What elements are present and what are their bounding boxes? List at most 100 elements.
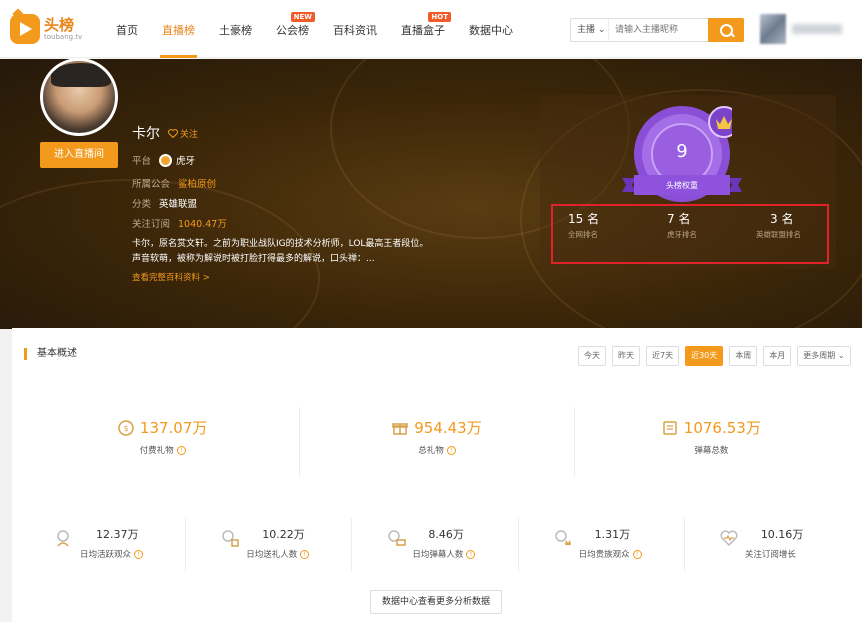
weight-ribbon-label: 头榜权重: [666, 181, 698, 190]
viewer-icon: [57, 530, 69, 547]
guild-value[interactable]: 鲨柏原创: [178, 176, 216, 190]
huya-icon: [159, 153, 173, 167]
logo-text: 头榜 toubang.tv: [44, 17, 82, 42]
enter-live-room-button[interactable]: 进入直播间: [40, 142, 118, 168]
nav-label: 直播盒子: [401, 24, 445, 37]
nav-item-home[interactable]: 首页: [104, 0, 150, 58]
daily-danmaku-senders-label: 日均弹幕人数: [412, 550, 464, 560]
period-this-month[interactable]: 本月: [763, 346, 792, 366]
search-icon[interactable]: [708, 18, 744, 42]
subscriber-growth-stat: 10.16万 关注订阅增长: [685, 518, 850, 572]
nav-label: 百科资讯: [333, 24, 377, 37]
total-gifts-stat: 954.43万 总礼物!: [300, 407, 575, 477]
period-last-7-days[interactable]: 近7天: [646, 346, 680, 366]
platform-label: 平台: [132, 156, 152, 167]
data-center-more-button[interactable]: 数据中心查看更多分析数据: [370, 590, 502, 614]
svg-text:$: $: [123, 424, 128, 433]
guild-row: 所属公会 鲨柏原创: [132, 176, 216, 190]
main-nav: 首页 直播榜 土豪榜 公会榜 NEW 百科资讯 直播盒子 HOT 数据中心: [104, 0, 525, 58]
info-icon[interactable]: !: [446, 445, 456, 455]
logo-title: 头榜: [44, 15, 75, 34]
danmaku-total-label: 弹幕总数: [694, 446, 729, 456]
rank-category: 3 名 英雄联盟排名: [756, 210, 846, 240]
subscriber-growth-value: 10.16万: [760, 528, 804, 541]
nav-label: 公会榜: [276, 24, 309, 37]
period-selector: 今天 昨天 近7天 近30天 本周 本月 更多周期 ⌄: [578, 346, 851, 366]
rank-overall-value: 15 名: [568, 212, 600, 226]
nav-label: 数据中心: [469, 24, 513, 37]
platform-row: 平台 虎牙: [132, 153, 195, 167]
total-gifts-label: 总礼物: [418, 446, 444, 456]
search-bar: 主播 ⌄: [570, 18, 744, 42]
paid-gifts-label: 付费礼物: [139, 446, 174, 456]
period-this-week[interactable]: 本周: [729, 346, 758, 366]
info-icon[interactable]: !: [134, 549, 144, 559]
daily-active-viewers-value: 12.37万: [96, 528, 139, 541]
total-gifts-value: 954.43万: [414, 419, 482, 437]
nav-item-tycoon-ranking[interactable]: 土豪榜: [207, 0, 264, 58]
nav-label: 首页: [116, 24, 138, 37]
period-today[interactable]: 今天: [578, 346, 606, 366]
search-input[interactable]: [609, 19, 707, 41]
follow-button[interactable]: 关注: [168, 127, 198, 140]
nav-item-live-ranking[interactable]: 直播榜: [150, 0, 207, 58]
paid-gifts-value: 137.07万: [139, 419, 208, 437]
subscribers-row: 关注订阅 1040.47万: [132, 216, 227, 230]
paid-gifts-stat: $ 137.07万 付费礼物!: [26, 407, 301, 477]
daily-active-viewers-stat: 12.37万 日均活跃观众!: [20, 518, 187, 572]
period-yesterday[interactable]: 昨天: [612, 346, 640, 366]
user-name-blurred[interactable]: [792, 24, 842, 34]
daily-gift-senders-value: 10.22万: [262, 528, 305, 541]
nav-item-live-box[interactable]: 直播盒子 HOT: [389, 0, 457, 58]
new-badge: NEW: [290, 12, 315, 22]
heart-icon: [168, 128, 178, 138]
daily-danmaku-senders-stat: 8.46万 日均弹幕人数!: [352, 518, 519, 572]
overview-title: 基本概述: [24, 348, 77, 360]
nav-label: 土豪榜: [219, 24, 252, 37]
logo[interactable]: 头榜 toubang.tv: [10, 14, 82, 44]
nav-item-wiki-news[interactable]: 百科资讯: [321, 0, 389, 58]
danmaku-sender-icon: [388, 530, 407, 546]
heart-growth-icon: [720, 530, 738, 547]
rank-platform-label: 虎牙排名: [667, 230, 697, 239]
follow-label: 关注: [180, 129, 199, 140]
streamer-avatar: [40, 58, 118, 136]
weight-score: 9: [676, 141, 688, 162]
full-wiki-link[interactable]: 查看完整百科资料 >: [132, 271, 210, 283]
top-navigation-bar: 头榜 toubang.tv 首页 直播榜 土豪榜 公会榜 NEW 百科资讯 直播盒…: [0, 0, 862, 58]
daily-noble-viewers-label: 日均贵族观众: [578, 550, 630, 560]
danmaku-total-stat: 1076.53万 弹幕总数: [575, 407, 848, 477]
info-icon[interactable]: !: [466, 549, 476, 559]
subscriber-growth-label: 关注订阅增长: [744, 550, 796, 560]
streamer-name-row: 卡尔 关注: [132, 123, 198, 143]
rank-platform: 7 名 虎牙排名: [667, 210, 757, 240]
daily-gift-senders-label: 日均送礼人数: [246, 550, 298, 560]
daily-noble-viewers-stat: 1.31万 日均贵族观众!: [519, 518, 685, 572]
period-more-dropdown[interactable]: 更多周期 ⌄: [797, 346, 851, 366]
small-stats-row: 12.37万 日均活跃观众! 10.22万 日均送礼人数! 8.46万 日均弹幕…: [20, 518, 850, 572]
search-type-label: 主播: [577, 25, 596, 35]
rank-overall-label: 全网排名: [568, 230, 598, 239]
coin-icon: $: [118, 419, 134, 436]
rank-platform-value: 7 名: [667, 212, 691, 226]
danmaku-icon: [663, 420, 677, 435]
info-icon[interactable]: !: [176, 445, 186, 455]
search-type-dropdown[interactable]: 主播 ⌄: [571, 19, 609, 41]
user-avatar[interactable]: [760, 14, 786, 44]
nav-label: 直播榜: [162, 24, 195, 37]
logo-subtitle: toubang.tv: [44, 32, 83, 41]
info-icon[interactable]: !: [300, 549, 310, 559]
category-row: 分类 英雄联盟: [132, 196, 197, 210]
nav-item-guild-ranking[interactable]: 公会榜 NEW: [264, 0, 321, 58]
nav-item-data-center[interactable]: 数据中心: [457, 0, 525, 58]
streamer-description: 卡尔，原名赏文轩。之前为职业战队IG的技术分析师，LOL最高王者段位。声音软萌，…: [132, 239, 429, 264]
hot-badge: HOT: [428, 12, 451, 22]
daily-active-viewers-label: 日均活跃观众: [80, 550, 132, 560]
gift-sender-icon: [222, 530, 239, 547]
noble-viewer-icon: [554, 530, 571, 545]
category-value: 英雄联盟: [159, 199, 198, 210]
category-label: 分类: [132, 199, 152, 210]
info-icon[interactable]: !: [632, 549, 642, 559]
period-last-30-days[interactable]: 近30天: [685, 346, 724, 366]
danmaku-total-value: 1076.53万: [683, 419, 761, 437]
